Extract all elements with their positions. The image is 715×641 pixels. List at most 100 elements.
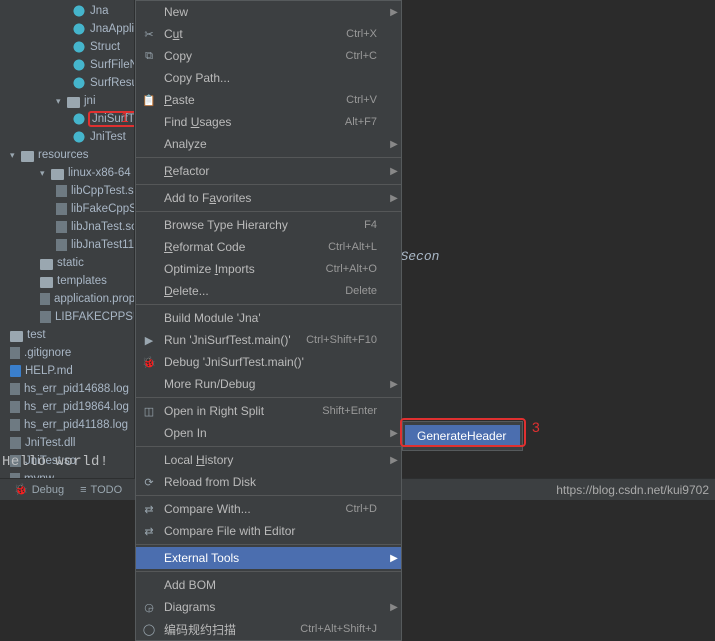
folder-icon xyxy=(40,277,53,288)
project-tree[interactable]: Jna JnaApplic… Struct SurfFileNa… SurfResul…… xyxy=(0,0,135,478)
txt-icon xyxy=(40,293,50,305)
menu-item[interactable]: Analyze▶ xyxy=(136,133,401,155)
tree-item[interactable]: templates xyxy=(0,272,134,290)
menu-item[interactable]: Reformat CodeCtrl+Alt+L xyxy=(136,236,401,258)
tree-label: hs_err_pid14688.log xyxy=(24,383,129,395)
submenu-generate-header[interactable]: GenerateHeader xyxy=(405,425,520,447)
menu-item[interactable]: ⇄ Compare With...Ctrl+D xyxy=(136,498,401,520)
tree-label: test xyxy=(27,329,46,341)
tree-item[interactable]: mvnw xyxy=(0,470,134,478)
folder-icon xyxy=(10,331,23,342)
java-icon xyxy=(72,4,86,18)
console-output: Hello world! xyxy=(2,454,109,470)
menu-label: External Tools xyxy=(164,551,387,565)
menu-item[interactable]: Browse Type HierarchyF4 xyxy=(136,214,401,236)
tree-item[interactable]: JniTest.dll xyxy=(0,434,134,452)
menu-item[interactable]: ◶Diagrams▶ xyxy=(136,596,401,618)
menu-label: Run 'JniSurfTest.main()' xyxy=(164,333,306,347)
menu-item[interactable]: 📋PasteCtrl+V xyxy=(136,89,401,111)
tree-item[interactable]: HELP.md xyxy=(0,362,134,380)
shortcut: Ctrl+Alt+O xyxy=(326,263,387,275)
shortcut: Ctrl+C xyxy=(346,50,387,62)
menu-item[interactable]: ▶Run 'JniSurfTest.main()'Ctrl+Shift+F10 xyxy=(136,329,401,351)
tree-item[interactable]: hs_err_pid41188.log xyxy=(0,416,134,434)
external-tools-submenu[interactable]: GenerateHeader xyxy=(402,421,523,451)
tree-item[interactable]: JnaApplic… xyxy=(0,20,134,38)
menu-item[interactable]: ⧉CopyCtrl+C xyxy=(136,45,401,67)
so-icon xyxy=(56,221,67,233)
menu-item[interactable]: 🐞Debug 'JniSurfTest.main()' xyxy=(136,351,401,373)
menu-separator xyxy=(136,184,401,185)
tree-label: libFakeCppSurf… xyxy=(71,203,135,215)
tree-item[interactable]: test xyxy=(0,326,134,344)
annotation-3: 3 xyxy=(532,419,540,435)
menu-item[interactable]: New▶ xyxy=(136,1,401,23)
menu-item[interactable]: Open In▶ xyxy=(136,422,401,444)
tree-item[interactable]: application.proper… xyxy=(0,290,134,308)
context-menu[interactable]: New▶✂CutCtrl+X⧉CopyCtrl+CCopy Path...📋Pa… xyxy=(135,0,402,641)
menu-item[interactable]: More Run/Debug▶ xyxy=(136,373,401,395)
menu-icon: ◶ xyxy=(142,600,156,614)
shortcut: Ctrl+X xyxy=(346,28,387,40)
shortcut: Ctrl+D xyxy=(346,503,387,515)
tree-item[interactable]: libJnaTest111.so xyxy=(0,236,134,254)
menu-item[interactable]: ◯编码规约扫描Ctrl+Alt+Shift+J xyxy=(136,618,401,640)
tree-item[interactable]: SurfResul… xyxy=(0,74,134,92)
menu-separator xyxy=(136,304,401,305)
menu-label: Diagrams xyxy=(164,600,387,614)
menu-item[interactable]: Local History▶ xyxy=(136,449,401,471)
tree-item[interactable]: libCppTest.so xyxy=(0,182,134,200)
menu-item[interactable]: Find UsagesAlt+F7 xyxy=(136,111,401,133)
tree-item[interactable]: .gitignore xyxy=(0,344,134,362)
menu-icon: ⇄ xyxy=(142,502,156,516)
tree-item[interactable]: hs_err_pid19864.log xyxy=(0,398,134,416)
tree-item[interactable]: libFakeCppSurf… xyxy=(0,200,134,218)
menu-item[interactable]: Refactor▶ xyxy=(136,160,401,182)
shortcut: Ctrl+Alt+L xyxy=(328,241,387,253)
menu-label: Local History xyxy=(164,453,387,467)
menu-item[interactable]: ◫Open in Right SplitShift+Enter xyxy=(136,400,401,422)
menu-item[interactable]: Copy Path... xyxy=(136,67,401,89)
tree-item[interactable]: SurfFileNa… xyxy=(0,56,134,74)
chevron-right-icon: ▶ xyxy=(387,7,401,18)
menu-item[interactable]: ✂CutCtrl+X xyxy=(136,23,401,45)
menu-label: Compare With... xyxy=(164,502,346,516)
menu-item[interactable]: Delete...Delete xyxy=(136,280,401,302)
tree-item[interactable]: ▾resources xyxy=(0,146,134,164)
menu-item[interactable]: ⇄Compare File with Editor xyxy=(136,520,401,542)
tree-item[interactable]: ▾linux-x86-64 xyxy=(0,164,134,182)
tree-item[interactable]: ▾jni xyxy=(0,92,134,110)
menu-icon: ⧉ xyxy=(142,49,156,63)
tree-label: linux-x86-64 xyxy=(68,167,131,179)
chevron-right-icon: ▶ xyxy=(387,139,401,150)
tree-item[interactable]: Jna xyxy=(0,2,134,20)
tree-label: application.proper… xyxy=(54,293,135,305)
status-debug[interactable]: 🐞Debug xyxy=(6,479,72,500)
tree-label: LIBFAKECPPSURF.d… xyxy=(55,311,135,323)
status-todo[interactable]: ≡TODO xyxy=(72,479,130,500)
menu-label: Delete... xyxy=(164,284,345,298)
tree-item[interactable]: JniTest xyxy=(0,128,134,146)
tree-item[interactable]: libJnaTest.so xyxy=(0,218,134,236)
tree-item[interactable]: hs_err_pid14688.log xyxy=(0,380,134,398)
menu-item[interactable]: Add BOM xyxy=(136,574,401,596)
tree-item[interactable]: Struct xyxy=(0,38,134,56)
menu-icon: ⟳ xyxy=(142,475,156,489)
menu-item[interactable]: External Tools▶ xyxy=(136,547,401,569)
menu-label: More Run/Debug xyxy=(164,377,387,391)
tree-item[interactable]: LIBFAKECPPSURF.d… xyxy=(0,308,134,326)
tree-label: HELP.md xyxy=(25,365,73,377)
menu-separator xyxy=(136,571,401,572)
menu-item[interactable]: ⟳Reload from Disk xyxy=(136,471,401,493)
tree-label: libJnaTest111.so xyxy=(71,239,135,251)
menu-item[interactable]: Add to Favorites▶ xyxy=(136,187,401,209)
tree-label: resources xyxy=(38,149,89,161)
menu-item[interactable]: Build Module 'Jna' xyxy=(136,307,401,329)
tree-label: JnaApplic… xyxy=(90,23,135,35)
chevron-right-icon: ▶ xyxy=(387,428,401,439)
tree-label: SurfFileNa… xyxy=(90,59,135,71)
menu-item[interactable]: Optimize ImportsCtrl+Alt+O xyxy=(136,258,401,280)
tree-item[interactable]: JniSurfTes… xyxy=(0,110,134,128)
tree-item[interactable]: static xyxy=(0,254,134,272)
shortcut: Shift+Enter xyxy=(322,405,387,417)
